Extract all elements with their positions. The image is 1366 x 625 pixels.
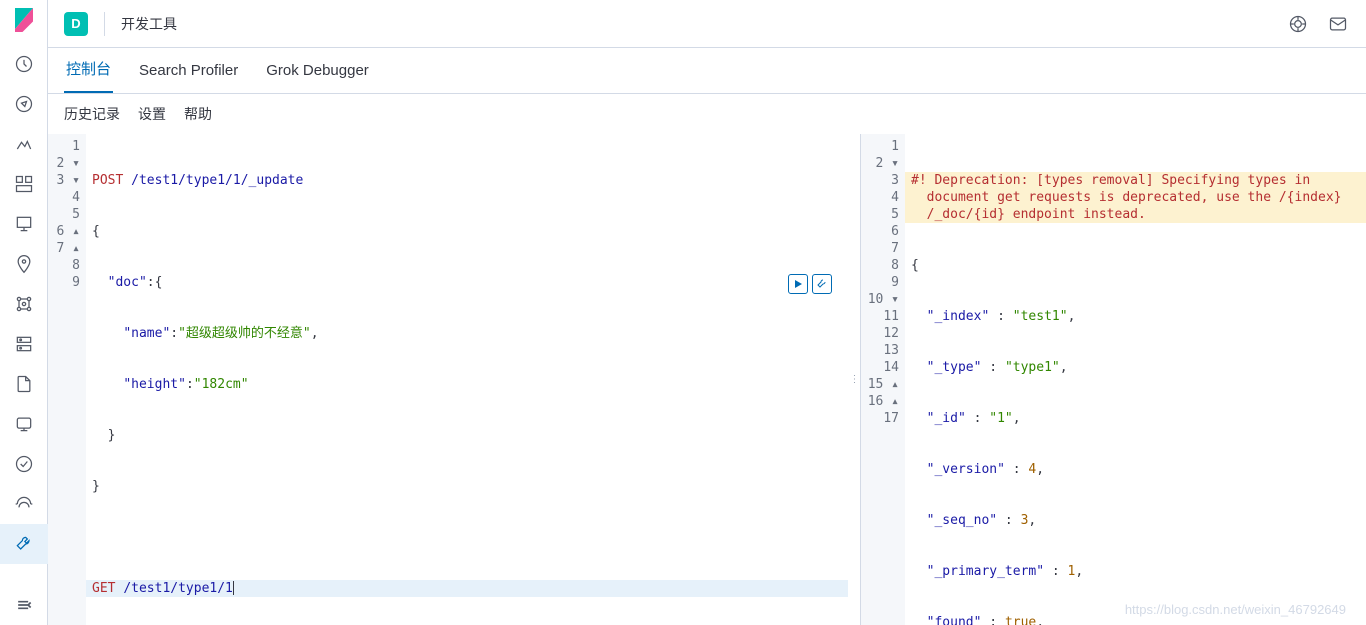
nav-visualize-icon[interactable] (0, 124, 48, 164)
response-viewer[interactable]: #! Deprecation: [types removal] Specifyi… (905, 134, 1366, 625)
tab-console[interactable]: 控制台 (64, 46, 113, 93)
request-pane: 1 2 ▾ 3 ▾ 4 5 6 ▴ 7 ▴ 8 9 POST /test1/ty… (48, 134, 848, 625)
request-options-button[interactable] (812, 274, 832, 294)
nav-discover-icon[interactable] (0, 84, 48, 124)
response-gutter: 1 2 ▾ 3 4 5 6 7 8 9 10 ▾ 11 12 13 14 15 … (861, 134, 905, 625)
nav-devtools-icon[interactable] (0, 524, 48, 564)
nav-logs-icon[interactable] (0, 364, 48, 404)
pane-resizer[interactable]: ⋮ (848, 134, 860, 625)
breadcrumb-separator (104, 12, 105, 36)
nav-recent-icon[interactable] (0, 44, 48, 84)
request-editor[interactable]: POST /test1/type1/1/_update { "doc":{ "n… (86, 134, 848, 625)
nav-dashboard-icon[interactable] (0, 164, 48, 204)
kibana-logo (12, 8, 36, 32)
topbar: D 开发工具 (48, 0, 1366, 48)
nav-siem-icon[interactable] (0, 484, 48, 524)
feedback-icon[interactable] (1326, 12, 1350, 36)
tab-grok-debugger[interactable]: Grok Debugger (264, 50, 371, 93)
request-gutter: 1 2 ▾ 3 ▾ 4 5 6 ▴ 7 ▴ 8 9 (48, 134, 86, 625)
nav-infra-icon[interactable] (0, 324, 48, 364)
app-badge: D (64, 12, 88, 36)
console-subnav: 历史记录 设置 帮助 (48, 94, 1366, 134)
nav-uptime-icon[interactable] (0, 444, 48, 484)
breadcrumb-title: 开发工具 (121, 14, 177, 34)
help-icon[interactable] (1286, 12, 1310, 36)
nav-apm-icon[interactable] (0, 404, 48, 444)
tabs: 控制台 Search Profiler Grok Debugger (48, 48, 1366, 94)
left-sidebar (0, 0, 48, 625)
nav-collapse-icon[interactable] (0, 585, 48, 625)
nav-canvas-icon[interactable] (0, 204, 48, 244)
subnav-help[interactable]: 帮助 (184, 104, 212, 124)
response-pane: 1 2 ▾ 3 4 5 6 7 8 9 10 ▾ 11 12 13 14 15 … (860, 134, 1366, 625)
subnav-settings[interactable]: 设置 (138, 104, 166, 124)
nav-ml-icon[interactable] (0, 284, 48, 324)
main-content: D 开发工具 控制台 Search Profiler Grok Debugger… (48, 0, 1366, 625)
nav-maps-icon[interactable] (0, 244, 48, 284)
tab-search-profiler[interactable]: Search Profiler (137, 50, 240, 93)
send-request-button[interactable] (788, 274, 808, 294)
request-actions (788, 274, 832, 294)
editor-area: 1 2 ▾ 3 ▾ 4 5 6 ▴ 7 ▴ 8 9 POST /test1/ty… (48, 134, 1366, 625)
subnav-history[interactable]: 历史记录 (64, 104, 120, 124)
